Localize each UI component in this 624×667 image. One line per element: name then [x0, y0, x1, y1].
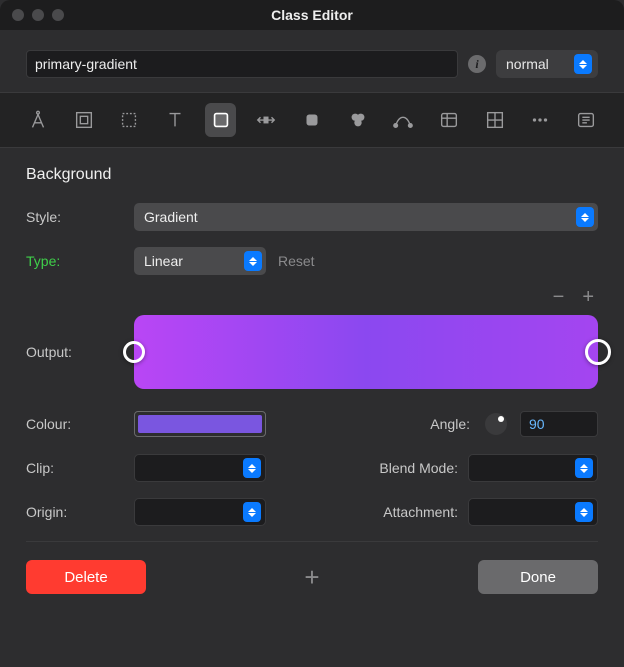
- colour-swatch[interactable]: [134, 411, 266, 437]
- clip-label: Clip:: [26, 460, 134, 476]
- compass-icon[interactable]: [22, 103, 54, 137]
- category-toolbar: [0, 92, 624, 148]
- type-value: Linear: [144, 253, 183, 269]
- style-label: Style:: [26, 209, 134, 225]
- colour-label: Colour:: [26, 416, 134, 432]
- curve-icon[interactable]: [388, 103, 420, 137]
- blend-select[interactable]: [468, 454, 598, 482]
- add-stop-button[interactable]: +: [582, 286, 594, 309]
- chevron-updown-icon: [575, 458, 593, 478]
- minimize-window-button[interactable]: [32, 9, 44, 21]
- style-select[interactable]: Gradient: [134, 203, 598, 231]
- add-button[interactable]: +: [160, 562, 464, 593]
- state-select-value: normal: [506, 56, 549, 72]
- gradient-stop-controls: − +: [26, 286, 598, 309]
- traffic-lights: [12, 9, 64, 21]
- gradient-stop-start[interactable]: [123, 341, 145, 363]
- remove-stop-button[interactable]: −: [553, 286, 565, 309]
- table-icon[interactable]: [433, 103, 465, 137]
- angle-label: Angle:: [382, 416, 480, 432]
- header-row: i normal: [0, 30, 624, 92]
- chevron-updown-icon: [574, 54, 592, 74]
- origin-select[interactable]: [134, 498, 266, 526]
- state-select[interactable]: normal: [496, 50, 598, 78]
- angle-knob[interactable]: [480, 412, 512, 436]
- close-window-button[interactable]: [12, 9, 24, 21]
- grid-icon[interactable]: [479, 103, 511, 137]
- filters-icon[interactable]: [342, 103, 374, 137]
- reset-button[interactable]: Reset: [278, 253, 315, 269]
- blend-label: Blend Mode:: [370, 460, 468, 476]
- attachment-label: Attachment:: [370, 504, 468, 520]
- attachment-select[interactable]: [468, 498, 598, 526]
- text-icon[interactable]: [159, 103, 191, 137]
- colour-angle-row: Colour: Angle:: [26, 409, 598, 439]
- angle-input[interactable]: [520, 411, 598, 437]
- divider: [26, 541, 598, 542]
- footer: Delete + Done: [26, 560, 598, 594]
- zoom-window-button[interactable]: [52, 9, 64, 21]
- type-label: Type:: [26, 253, 134, 269]
- shape-icon[interactable]: [296, 103, 328, 137]
- chevron-updown-icon: [243, 502, 261, 522]
- chevron-updown-icon: [243, 458, 261, 478]
- gradient-stop-end[interactable]: [585, 339, 611, 365]
- selection-icon[interactable]: [113, 103, 145, 137]
- info-icon[interactable]: i: [468, 55, 486, 73]
- colour-swatch-inner: [138, 415, 262, 433]
- origin-attachment-row: Origin: Attachment:: [26, 497, 598, 527]
- titlebar: Class Editor: [0, 0, 624, 30]
- style-row: Style: Gradient: [26, 202, 598, 232]
- class-name-input[interactable]: [26, 50, 458, 78]
- type-select[interactable]: Linear: [134, 247, 266, 275]
- output-label: Output:: [26, 344, 134, 360]
- more-icon[interactable]: [525, 103, 557, 137]
- style-value: Gradient: [144, 209, 198, 225]
- gradient-preview[interactable]: [134, 315, 598, 389]
- spacing-icon[interactable]: [250, 103, 282, 137]
- type-row: Type: Linear Reset: [26, 246, 598, 276]
- border-icon[interactable]: [68, 103, 100, 137]
- output-row: Output:: [26, 315, 598, 389]
- chevron-updown-icon: [244, 251, 262, 271]
- panel-icon[interactable]: [570, 103, 602, 137]
- delete-button[interactable]: Delete: [26, 560, 146, 594]
- section-title: Background: [26, 166, 598, 184]
- chevron-updown-icon: [576, 207, 594, 227]
- done-button[interactable]: Done: [478, 560, 598, 594]
- background-icon[interactable]: [205, 103, 237, 137]
- clip-blend-row: Clip: Blend Mode:: [26, 453, 598, 483]
- window-title: Class Editor: [0, 7, 624, 23]
- clip-select[interactable]: [134, 454, 266, 482]
- origin-label: Origin:: [26, 504, 134, 520]
- chevron-updown-icon: [575, 502, 593, 522]
- content-area: Background Style: Gradient Type: Linear …: [0, 148, 624, 612]
